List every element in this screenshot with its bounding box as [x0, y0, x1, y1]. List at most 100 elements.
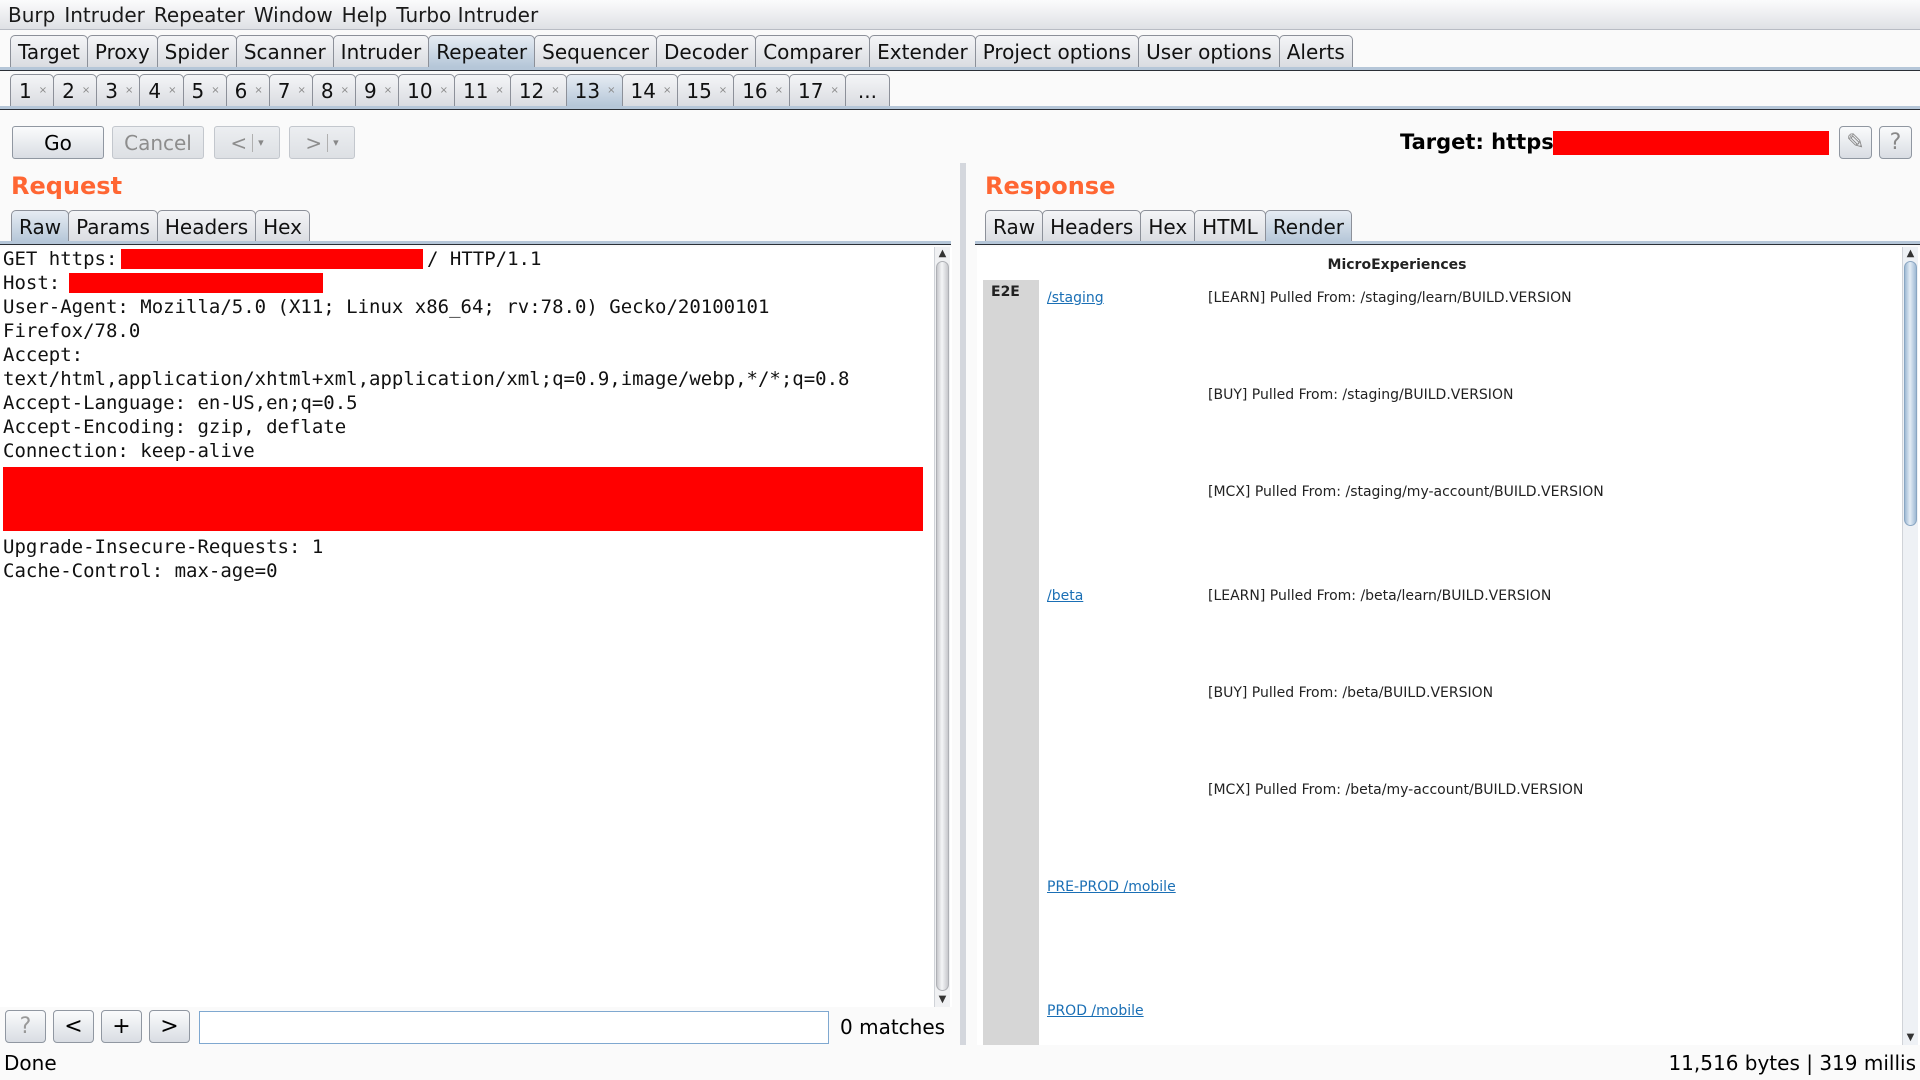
response-tab-render[interactable]: Render: [1264, 210, 1353, 242]
search-input[interactable]: [199, 1011, 829, 1044]
tab-target[interactable]: Target: [10, 35, 88, 67]
repeater-tab-label: 9: [364, 78, 377, 103]
plus-icon: +: [112, 1014, 131, 1039]
request-editor[interactable]: GET https: / HTTP/1.1 Host: User-Agent: Moz…: [0, 247, 952, 1007]
split-pane-divider[interactable]: [960, 163, 966, 1045]
menu-turbo-intruder[interactable]: Turbo Intruder: [396, 3, 538, 27]
tab-project-options[interactable]: Project options: [974, 35, 1140, 67]
menu-intruder[interactable]: Intruder: [64, 3, 145, 27]
close-tab-icon[interactable]: ×: [495, 85, 503, 96]
repeater-tab-more[interactable]: ...: [844, 74, 890, 106]
repeater-tab-13[interactable]: 13 ×: [565, 74, 623, 106]
response-tab-raw[interactable]: Raw: [985, 210, 1044, 242]
search-prev-button[interactable]: <: [53, 1010, 94, 1043]
menu-repeater[interactable]: Repeater: [154, 3, 245, 27]
response-tab-headers[interactable]: Headers: [1042, 210, 1142, 242]
request-heading: Request: [11, 172, 123, 200]
close-tab-icon[interactable]: ×: [607, 85, 615, 96]
repeater-tab-12[interactable]: 12 ×: [509, 74, 567, 106]
tab-intruder[interactable]: Intruder: [332, 35, 430, 67]
go-button[interactable]: Go: [12, 126, 104, 159]
close-tab-icon[interactable]: ×: [39, 85, 47, 96]
response-tab-underline: [975, 241, 1920, 245]
cancel-button[interactable]: Cancel: [112, 126, 204, 159]
tab-user-options[interactable]: User options: [1138, 35, 1280, 67]
repeater-tab-9[interactable]: 9 ×: [355, 74, 400, 106]
tab-alerts[interactable]: Alerts: [1278, 35, 1353, 67]
repeater-tab-label: 15: [686, 78, 712, 103]
repeater-tab-2[interactable]: 2 ×: [53, 74, 98, 106]
search-add-button[interactable]: +: [101, 1010, 142, 1043]
repeater-tab-10[interactable]: 10 ×: [398, 74, 455, 106]
menu-window[interactable]: Window: [254, 3, 333, 27]
request-tab-raw[interactable]: Raw: [11, 210, 70, 242]
close-tab-icon[interactable]: ×: [663, 85, 671, 96]
tab-comparer[interactable]: Comparer: [755, 35, 871, 67]
request-tab-hex[interactable]: Hex: [255, 210, 310, 242]
scroll-thumb[interactable]: [936, 261, 949, 991]
redaction-block: [3, 487, 923, 511]
close-tab-icon[interactable]: ×: [775, 85, 783, 96]
repeater-tab-6[interactable]: 6 ×: [225, 74, 270, 106]
back-dropdown-icon[interactable]: ▾: [258, 136, 264, 149]
repeater-tab-5[interactable]: 5 ×: [182, 74, 227, 106]
response-scrollbar[interactable]: ▲ ▼: [1902, 247, 1918, 1045]
close-tab-icon[interactable]: ×: [254, 85, 262, 96]
tab-decoder[interactable]: Decoder: [656, 35, 757, 67]
tab-spider[interactable]: Spider: [156, 35, 237, 67]
repeater-tab-label: 7: [277, 78, 291, 103]
search-help-button[interactable]: ?: [5, 1010, 46, 1043]
close-tab-icon[interactable]: ×: [211, 85, 219, 96]
tab-extender[interactable]: Extender: [869, 35, 976, 67]
repeater-tab-14[interactable]: 14 ×: [621, 74, 679, 106]
request-scrollbar[interactable]: ▲ ▼: [934, 247, 950, 1007]
response-tab-hex[interactable]: Hex: [1140, 210, 1196, 242]
forward-button[interactable]: > ▾: [289, 126, 355, 159]
repeater-tab-15[interactable]: 15 ×: [677, 74, 735, 106]
tab-scanner[interactable]: Scanner: [235, 35, 334, 67]
render-link-pre-prod-mobile[interactable]: PRE-PROD /mobile: [1047, 879, 1176, 895]
scroll-down-icon[interactable]: ▼: [1903, 1031, 1918, 1045]
repeater-tab-4[interactable]: 4 ×: [139, 74, 184, 106]
request-tab-params[interactable]: Params: [68, 210, 158, 242]
repeater-tab-8[interactable]: 8 ×: [311, 74, 356, 106]
response-tab-html[interactable]: HTML: [1194, 210, 1266, 242]
help-button[interactable]: ?: [1879, 126, 1912, 159]
request-tab-headers[interactable]: Headers: [156, 210, 257, 242]
close-tab-icon[interactable]: ×: [551, 85, 559, 96]
close-tab-icon[interactable]: ×: [125, 85, 133, 96]
close-tab-icon[interactable]: ×: [341, 85, 349, 96]
back-button[interactable]: < ▾: [214, 126, 280, 159]
repeater-tab-label: 3: [105, 78, 118, 103]
render-link-staging[interactable]: /staging: [1047, 290, 1104, 306]
repeater-tab-16[interactable]: 16 ×: [733, 74, 791, 106]
close-tab-icon[interactable]: ×: [440, 85, 448, 96]
render-link-beta[interactable]: /beta: [1047, 588, 1083, 604]
render-link-prod-mobile[interactable]: PROD /mobile: [1047, 1003, 1144, 1019]
tab-sequencer[interactable]: Sequencer: [534, 35, 658, 67]
edit-target-button[interactable]: ✎: [1839, 126, 1872, 159]
repeater-tab-17[interactable]: 17 ×: [789, 74, 846, 106]
repeater-tab-1[interactable]: 1 ×: [10, 74, 55, 106]
close-tab-icon[interactable]: ×: [384, 85, 392, 96]
tab-repeater[interactable]: Repeater: [428, 35, 536, 67]
scroll-down-icon[interactable]: ▼: [935, 993, 950, 1007]
repeater-tab-7[interactable]: 7 ×: [268, 74, 313, 106]
repeater-tab-label: 11: [462, 78, 489, 103]
scroll-up-icon[interactable]: ▲: [1903, 247, 1918, 261]
repeater-tab-11[interactable]: 11 ×: [453, 74, 511, 106]
close-tab-icon[interactable]: ×: [168, 85, 176, 96]
scroll-up-icon[interactable]: ▲: [935, 247, 950, 261]
search-next-button[interactable]: >: [149, 1010, 190, 1043]
menu-burp[interactable]: Burp: [8, 3, 55, 27]
repeater-tab-3[interactable]: 3 ×: [96, 74, 141, 106]
request-raw-text[interactable]: GET https: / HTTP/1.1 Host: User-Agent: Moz…: [0, 247, 952, 583]
close-tab-icon[interactable]: ×: [82, 85, 90, 96]
close-tab-icon[interactable]: ×: [719, 85, 727, 96]
menu-help[interactable]: Help: [342, 3, 388, 27]
scroll-thumb[interactable]: [1904, 261, 1917, 526]
close-tab-icon[interactable]: ×: [830, 85, 838, 96]
forward-dropdown-icon[interactable]: ▾: [333, 136, 339, 149]
close-tab-icon[interactable]: ×: [297, 85, 305, 96]
tab-proxy[interactable]: Proxy: [86, 35, 158, 67]
